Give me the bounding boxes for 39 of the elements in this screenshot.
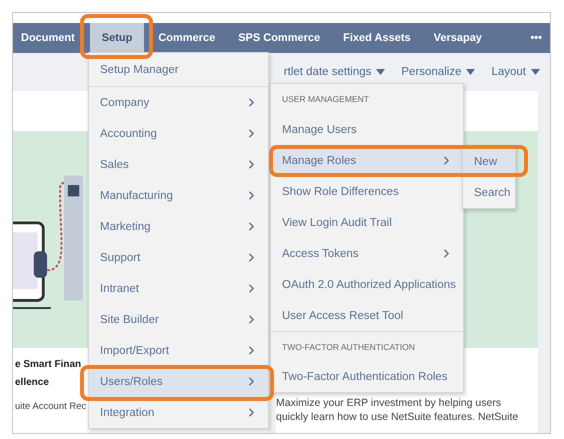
menu-item[interactable]: Access Tokens xyxy=(271,238,463,269)
card-description: uite Account Rec xyxy=(15,400,86,414)
menu-item[interactable]: Support xyxy=(89,242,268,273)
toolbar-dropdown[interactable]: Personalize xyxy=(401,66,476,78)
menu-item[interactable]: Company xyxy=(89,87,268,118)
section-heading: TWO-FACTOR AUTHENTICATION xyxy=(271,331,463,361)
nav-tab[interactable]: Document xyxy=(13,23,83,53)
menu-item[interactable]: Import/Export xyxy=(89,335,268,366)
menu-item[interactable]: Manufacturing xyxy=(89,180,268,211)
nav-tab[interactable]: Setup xyxy=(90,23,144,53)
menu-item[interactable]: Site Builder xyxy=(89,304,268,335)
card-title: e Smart Finan xyxy=(15,358,82,372)
menu-item[interactable]: Search xyxy=(463,177,515,208)
card-title: ellence xyxy=(15,376,49,390)
menu-item[interactable]: Setup Manager xyxy=(89,53,268,87)
section-heading: USER MANAGEMENT xyxy=(281,93,370,106)
nav-tab[interactable]: Fixed Assets xyxy=(335,23,419,53)
menu-item[interactable]: Marketing xyxy=(89,211,268,242)
menu-item[interactable]: OAuth 2.0 Authorized Applications xyxy=(271,269,463,300)
menu-item[interactable]: Manage Users xyxy=(271,114,463,145)
caret-icon xyxy=(376,69,386,75)
menu-item[interactable]: Users/Roles xyxy=(89,366,268,397)
nav-tab[interactable]: Versapay xyxy=(426,23,490,53)
menu-item[interactable]: Intranet xyxy=(89,273,268,304)
toolbar-dropdown[interactable]: rtlet date settings xyxy=(284,66,386,78)
menu-item[interactable]: Show Role Differences xyxy=(271,176,463,207)
more-menu-button[interactable]: ••• xyxy=(522,23,550,53)
toolbar-dropdown[interactable]: Layout xyxy=(491,66,540,78)
nav-tab[interactable]: Commerce xyxy=(150,23,224,53)
caret-icon xyxy=(531,69,540,75)
menu-item[interactable]: View Login Audit Trail xyxy=(271,207,463,238)
menu-item[interactable]: Accounting xyxy=(89,118,268,149)
menu-item[interactable]: Integration xyxy=(89,397,268,428)
menu-item[interactable]: Sales xyxy=(89,149,268,180)
caret-icon xyxy=(466,69,476,75)
nav-tab[interactable]: SPS Commerce xyxy=(230,23,328,53)
menu-item[interactable]: Two-Factor Authentication Roles xyxy=(271,361,463,392)
menu-item[interactable]: User Access Reset Tool xyxy=(271,300,463,331)
card-description: Maximize your ERP investment by helping users quickly learn how to use NetSuite features. NetSuite xyxy=(276,396,520,424)
